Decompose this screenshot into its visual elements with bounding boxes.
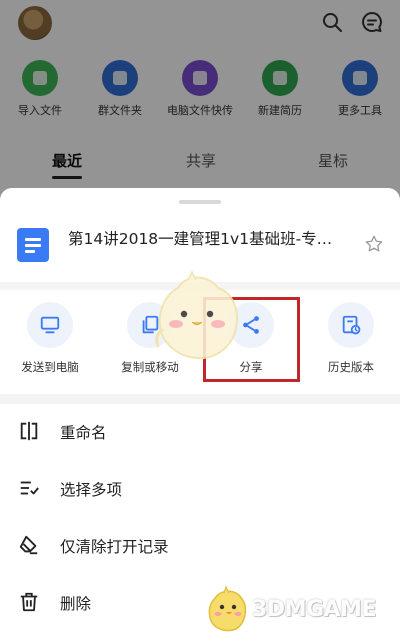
- section-divider: [0, 394, 400, 404]
- multi-select-icon: [20, 481, 39, 495]
- monitor-icon: [40, 316, 60, 334]
- action-icon-circle: [27, 302, 73, 348]
- menu-item-label: 仅清除打开记录: [60, 538, 169, 556]
- menu-item-rename[interactable]: 重命名: [0, 404, 400, 456]
- menu-item-label: 删除: [60, 595, 92, 613]
- rename-icon: [20, 421, 38, 441]
- star-icon[interactable]: [364, 234, 384, 254]
- action-icon-circle: [328, 302, 374, 348]
- action-label: 历史版本: [328, 360, 374, 374]
- watermark-text: 3DMGAME: [252, 597, 376, 622]
- trash-icon: [20, 592, 38, 612]
- menu-item-clear-record[interactable]: 仅清除打开记录: [0, 518, 400, 570]
- file-name: 第14讲2018一建管理1v1基础班-专…: [68, 230, 333, 248]
- sheet-handle[interactable]: [179, 200, 221, 204]
- action-label: 发送到电脑: [21, 360, 79, 374]
- file-action-sheet: 第14讲2018一建管理1v1基础班-专… 发送到电脑 复制或移动 分享 历史版…: [0, 188, 400, 641]
- file-header: 第14讲2018一建管理1v1基础班-专…: [0, 222, 400, 272]
- history-version-button[interactable]: 历史版本: [306, 302, 396, 375]
- watermark: 3DMGAME: [200, 585, 396, 635]
- send-to-pc-button[interactable]: 发送到电脑: [5, 302, 95, 375]
- menu-item-label: 选择多项: [60, 481, 123, 499]
- mascot-logo-icon: [208, 585, 247, 632]
- history-version-icon: [342, 315, 361, 335]
- document-icon: [17, 228, 49, 262]
- menu-item-multi-select[interactable]: 选择多项: [0, 461, 400, 513]
- menu-item-label: 重命名: [60, 424, 107, 442]
- mascot-sticker: [155, 270, 238, 360]
- eraser-icon: [19, 535, 38, 555]
